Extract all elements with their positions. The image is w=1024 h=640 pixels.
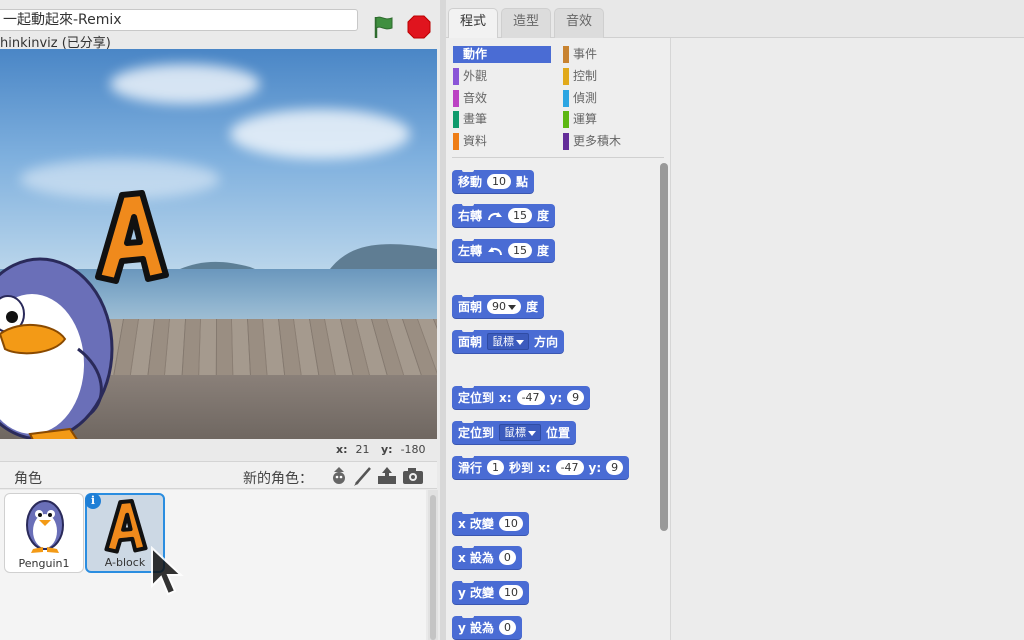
value-input[interactable]: 0 — [499, 620, 517, 635]
sprite-pane-header: 角色 新的角色： — [0, 461, 437, 489]
category-operators[interactable]: 運算 — [563, 111, 597, 128]
stage[interactable] — [0, 49, 437, 439]
a-block-thumbnail-icon — [104, 498, 148, 554]
y-input[interactable]: 9 — [567, 390, 585, 405]
block-turn-right[interactable]: 右轉 15 度 — [452, 203, 556, 227]
upload-sprite-icon[interactable] — [376, 466, 398, 486]
script-area[interactable] — [670, 38, 1024, 640]
target-dropdown[interactable]: 鼠標 — [487, 333, 530, 350]
block-go-to[interactable]: 定位到 鼠標 位置 — [452, 420, 577, 444]
value-input[interactable]: 0 — [498, 550, 516, 565]
category-looks[interactable]: 外觀 — [453, 68, 487, 85]
category-sensing[interactable]: 偵測 — [563, 90, 597, 107]
category-motion[interactable]: 動作 — [453, 46, 551, 63]
mouse-cursor-icon — [151, 546, 184, 596]
choose-sprite-from-library-icon[interactable] — [328, 466, 350, 486]
value-input[interactable]: 10 — [498, 516, 523, 531]
rotate-counterclockwise-icon — [488, 246, 503, 255]
sprite-name: Penguin1 — [18, 557, 70, 570]
camera-icon[interactable] — [402, 466, 424, 486]
block-go-to-xy[interactable]: 定位到 x: -47 y: 9 — [452, 385, 591, 409]
palette-scrollbar[interactable] — [660, 163, 668, 531]
tab-costumes[interactable]: 造型 — [501, 8, 551, 38]
mouse-y-value: -180 — [400, 443, 426, 456]
direction-input[interactable]: 90 — [487, 299, 522, 314]
editor-tabs: 程式 造型 音效 — [446, 0, 1024, 39]
tab-sounds[interactable]: 音效 — [554, 8, 604, 38]
sprite-thumbnail-penguin1[interactable]: Penguin1 — [4, 493, 84, 573]
sprite-info-icon[interactable]: i — [85, 493, 101, 509]
green-flag-icon[interactable] — [370, 14, 396, 40]
category-control[interactable]: 控制 — [563, 68, 597, 85]
block-move-steps[interactable]: 移動 10 點 — [452, 169, 535, 193]
target-dropdown[interactable]: 鼠標 — [499, 424, 542, 441]
sprite-list-scrollbar[interactable] — [428, 490, 438, 640]
degrees-input[interactable]: 15 — [508, 243, 533, 258]
sprite-list: Penguin1 i A-block — [0, 490, 426, 640]
mouse-coordinates: x: 21 y: -180 — [0, 440, 437, 458]
project-title-input[interactable]: 一起動起來-Remix — [0, 9, 358, 31]
category-more-blocks[interactable]: 更多積木 — [563, 133, 621, 150]
scratch-editor: 一起動起來-Remix hinkinviz (已分享) x: 21 y: -18… — [0, 0, 1024, 640]
value-input[interactable]: 10 — [499, 585, 524, 600]
x-input[interactable]: -47 — [555, 460, 584, 475]
sprites-label: 角色 — [14, 471, 42, 487]
block-point-in-direction[interactable]: 面朝 90 度 — [452, 294, 545, 318]
category-events[interactable]: 事件 — [563, 46, 597, 63]
block-set-y[interactable]: y 設為 0 — [452, 615, 523, 639]
seconds-input[interactable]: 1 — [487, 460, 505, 475]
palette-separator — [452, 157, 664, 158]
category-sound[interactable]: 音效 — [453, 90, 487, 107]
block-change-x[interactable]: x 改變 10 — [452, 511, 529, 535]
penguin-sprite[interactable] — [0, 239, 120, 439]
rotate-clockwise-icon — [488, 211, 503, 220]
tab-scripts[interactable]: 程式 — [448, 8, 498, 39]
block-turn-left[interactable]: 左轉 15 度 — [452, 238, 556, 262]
block-glide[interactable]: 滑行 1 秒到 x: -47 y: 9 — [452, 455, 630, 479]
new-sprite-label: 新的角色： — [243, 471, 313, 487]
stop-icon[interactable] — [407, 15, 431, 39]
degrees-input[interactable]: 15 — [508, 208, 533, 223]
block-set-x[interactable]: x 設為 0 — [452, 545, 522, 569]
stage-column: 一起動起來-Remix hinkinviz (已分享) x: 21 y: -18… — [0, 0, 440, 640]
steps-input[interactable]: 10 — [487, 174, 512, 189]
category-pen[interactable]: 畫筆 — [453, 111, 487, 128]
category-data[interactable]: 資料 — [453, 133, 487, 150]
penguin-thumbnail-icon — [26, 500, 64, 553]
x-input[interactable]: -47 — [516, 390, 545, 405]
block-palette: 動作 事件 外觀 控制 音效 偵測 畫筆 運算 資料 更多積木 移動 10 點 右轉… — [446, 38, 670, 640]
mouse-x-value: 21 — [355, 443, 370, 456]
paint-new-sprite-icon[interactable] — [352, 466, 374, 486]
block-change-y[interactable]: y 改變 10 — [452, 580, 530, 604]
y-input[interactable]: 9 — [606, 460, 624, 475]
block-point-towards[interactable]: 面朝 鼠標 方向 — [452, 329, 565, 353]
